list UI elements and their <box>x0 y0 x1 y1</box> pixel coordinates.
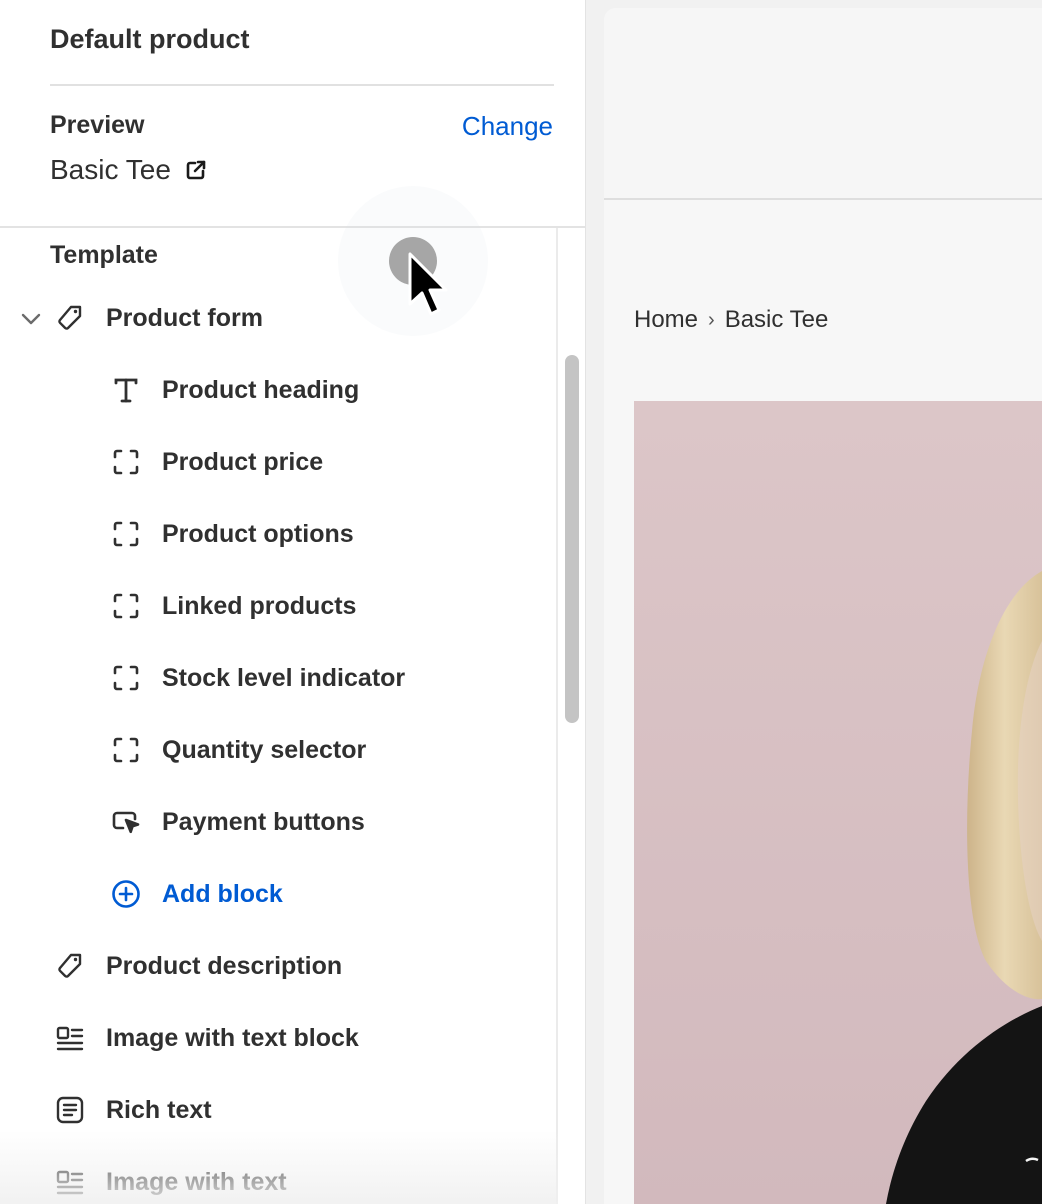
block-label: Product price <box>162 447 324 476</box>
block-icon <box>110 446 142 478</box>
section-product-form[interactable]: Product form <box>54 288 263 348</box>
preview-product[interactable]: Basic Tee <box>50 154 207 186</box>
preview-product-name: Basic Tee <box>50 154 171 185</box>
preview-label: Preview <box>50 111 145 139</box>
block-label: Quantity selector <box>162 735 367 764</box>
section-rich-text[interactable]: Rich text <box>54 1080 212 1140</box>
rich-text-icon <box>54 1094 86 1126</box>
preview-header <box>604 8 1042 200</box>
block-stock-level-indicator[interactable]: Stock level indicator <box>110 648 405 708</box>
section-label: Product description <box>106 951 343 980</box>
block-label: Linked products <box>162 591 357 620</box>
editor-sidebar: Default product Preview Change Basic Tee… <box>0 0 586 1204</box>
chevron-down-icon[interactable] <box>18 306 44 332</box>
block-label: Payment buttons <box>162 807 365 836</box>
plus-circle-icon <box>110 878 142 910</box>
page-title: Default product <box>50 24 250 54</box>
add-block-label: Add block <box>162 879 283 908</box>
block-icon <box>110 590 142 622</box>
tag-icon <box>54 302 86 334</box>
section-image-with-text-block[interactable]: Image with text block <box>54 1008 359 1068</box>
block-label: Product options <box>162 519 354 548</box>
section-image-with-text[interactable]: Image with text <box>54 1152 287 1204</box>
block-product-options[interactable]: Product options <box>110 504 354 564</box>
pointer-icon <box>110 806 142 838</box>
section-label: Image with text block <box>106 1023 359 1052</box>
text-icon <box>110 374 142 406</box>
breadcrumb-current: Basic Tee <box>724 306 829 333</box>
block-label: Stock level indicator <box>162 663 406 692</box>
block-icon <box>110 518 142 550</box>
breadcrumb-separator: › <box>708 308 715 331</box>
sidebar-scrollbar[interactable] <box>565 355 579 723</box>
block-payment-buttons[interactable]: Payment buttons <box>110 792 365 852</box>
section-label: Image with text <box>106 1167 287 1196</box>
tag-icon <box>54 950 86 982</box>
block-label: Product heading <box>162 375 360 404</box>
image-text-icon <box>54 1022 86 1054</box>
block-icon <box>110 734 142 766</box>
breadcrumb: Home › Basic Tee <box>634 306 828 334</box>
section-label: Rich text <box>106 1095 212 1124</box>
block-quantity-selector[interactable]: Quantity selector <box>110 720 366 780</box>
block-product-price[interactable]: Product price <box>110 432 323 492</box>
section-product-description[interactable]: Product description <box>54 936 342 996</box>
block-icon <box>110 662 142 694</box>
product-image <box>634 401 1042 1204</box>
breadcrumb-home[interactable]: Home <box>634 306 698 334</box>
external-link-icon[interactable] <box>185 159 207 181</box>
change-preview-link[interactable]: Change <box>462 111 553 142</box>
image-text-icon <box>54 1166 86 1198</box>
template-heading: Template <box>50 241 158 269</box>
add-block-button[interactable]: Add block <box>110 864 283 924</box>
block-linked-products[interactable]: Linked products <box>110 576 356 636</box>
mouse-pointer-icon <box>406 250 450 327</box>
storefront-preview: Home › Basic Tee <box>604 8 1042 1204</box>
section-label: Product form <box>106 303 263 332</box>
template-tree: Template Product form Product heading Pr… <box>0 228 558 1204</box>
block-product-heading[interactable]: Product heading <box>110 360 359 420</box>
divider <box>50 84 554 86</box>
